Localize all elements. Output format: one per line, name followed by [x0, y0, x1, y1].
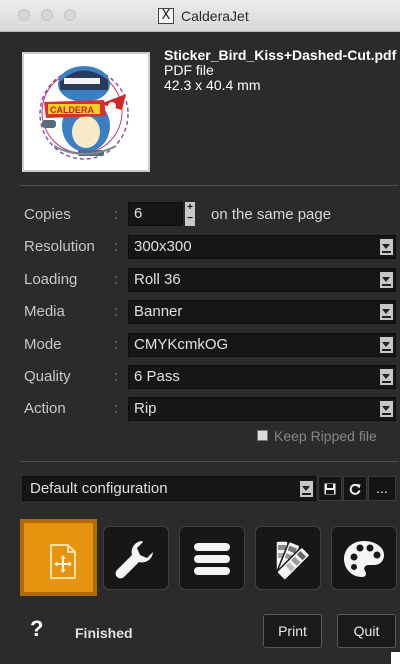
palette-icon	[344, 541, 384, 577]
quality-select[interactable]: 6 Pass	[128, 365, 396, 389]
divider	[20, 185, 398, 186]
color-swatches-icon	[275, 540, 311, 581]
file-dimensions: 42.3 x 40.4 mm	[164, 77, 261, 93]
copies-input[interactable]: 6	[128, 202, 183, 226]
action-colon: :	[114, 400, 119, 417]
media-select[interactable]: Banner	[128, 300, 396, 324]
more-configuration-button[interactable]: ...	[368, 476, 396, 501]
configuration-select[interactable]: Default configuration	[22, 476, 316, 501]
resolution-value: 300x300	[134, 238, 192, 255]
resolution-colon: :	[114, 238, 119, 255]
palette-tool-button[interactable]	[331, 526, 397, 590]
save-configuration-button[interactable]	[318, 476, 342, 501]
quality-label: Quality	[24, 368, 71, 385]
quality-colon: :	[114, 368, 119, 385]
save-icon	[324, 483, 336, 495]
chevron-down-icon[interactable]	[380, 239, 393, 255]
resolution-label: Resolution	[24, 238, 95, 255]
keep-ripped-checkbox[interactable]	[257, 430, 268, 441]
media-label: Media	[24, 303, 65, 320]
chevron-down-icon[interactable]	[380, 401, 393, 417]
loading-select[interactable]: Roll 36	[128, 268, 396, 292]
configuration-value: Default configuration	[30, 480, 168, 497]
loading-colon: :	[114, 271, 119, 288]
action-label: Action	[24, 400, 66, 417]
file-info: Sticker_Bird_Kiss+Dashed-Cut.pdf PDF fil…	[164, 48, 400, 93]
mode-value: CMYKcmkOG	[134, 336, 229, 353]
reload-configuration-button[interactable]	[343, 476, 367, 501]
action-select[interactable]: Rip	[128, 397, 396, 421]
status-text: Finished	[75, 625, 133, 641]
thumbnail-brand-text: CALDERA	[50, 105, 94, 115]
menu-icon	[194, 543, 230, 575]
quit-button[interactable]: Quit	[337, 614, 396, 648]
title-bar: X CalderaJet	[0, 0, 400, 32]
chevron-down-icon[interactable]	[380, 369, 393, 385]
copies-suffix: on the same page	[211, 206, 332, 223]
chevron-down-icon[interactable]	[380, 337, 393, 353]
maximize-window-button[interactable]	[64, 9, 76, 21]
file-type: PDF file	[164, 62, 214, 78]
close-window-button[interactable]	[18, 9, 30, 21]
color-tool-button[interactable]	[255, 526, 321, 590]
file-thumbnail: CALDERA	[22, 52, 150, 172]
window-title: CalderaJet	[181, 8, 249, 24]
jobs-tool-button[interactable]	[179, 526, 245, 590]
decrement-icon[interactable]: −	[185, 214, 195, 224]
mode-select[interactable]: CMYKcmkOG	[128, 333, 396, 357]
wrench-icon	[115, 541, 153, 579]
resize-grip[interactable]	[391, 652, 400, 664]
action-value: Rip	[134, 400, 157, 417]
refresh-icon	[349, 483, 361, 495]
loading-label: Loading	[24, 271, 78, 288]
resolution-select[interactable]: 300x300	[128, 235, 396, 259]
media-value: Banner	[134, 303, 183, 320]
increment-icon[interactable]: +	[185, 203, 195, 213]
layout-tool-button[interactable]	[20, 519, 97, 596]
chevron-down-icon[interactable]	[300, 481, 313, 497]
quality-value: 6 Pass	[134, 368, 180, 385]
copies-stepper[interactable]: + −	[185, 202, 195, 226]
copies-label: Copies	[24, 206, 71, 223]
media-colon: :	[114, 303, 119, 320]
mode-label: Mode	[24, 336, 62, 353]
mode-colon: :	[114, 336, 119, 353]
chevron-down-icon[interactable]	[380, 272, 393, 288]
loading-value: Roll 36	[134, 271, 181, 288]
minimize-window-button[interactable]	[41, 9, 53, 21]
file-name: Sticker_Bird_Kiss+Dashed-Cut.pdf	[164, 48, 397, 63]
settings-tool-button[interactable]	[103, 526, 169, 590]
caldera-x-icon: X	[158, 8, 174, 24]
layout-icon	[50, 544, 76, 579]
copies-colon: :	[114, 206, 119, 223]
help-button[interactable]: ?	[30, 616, 43, 642]
chevron-down-icon[interactable]	[380, 304, 393, 320]
keep-ripped-label: Keep Ripped file	[274, 428, 377, 444]
print-button[interactable]: Print	[263, 614, 322, 648]
divider	[20, 461, 398, 462]
